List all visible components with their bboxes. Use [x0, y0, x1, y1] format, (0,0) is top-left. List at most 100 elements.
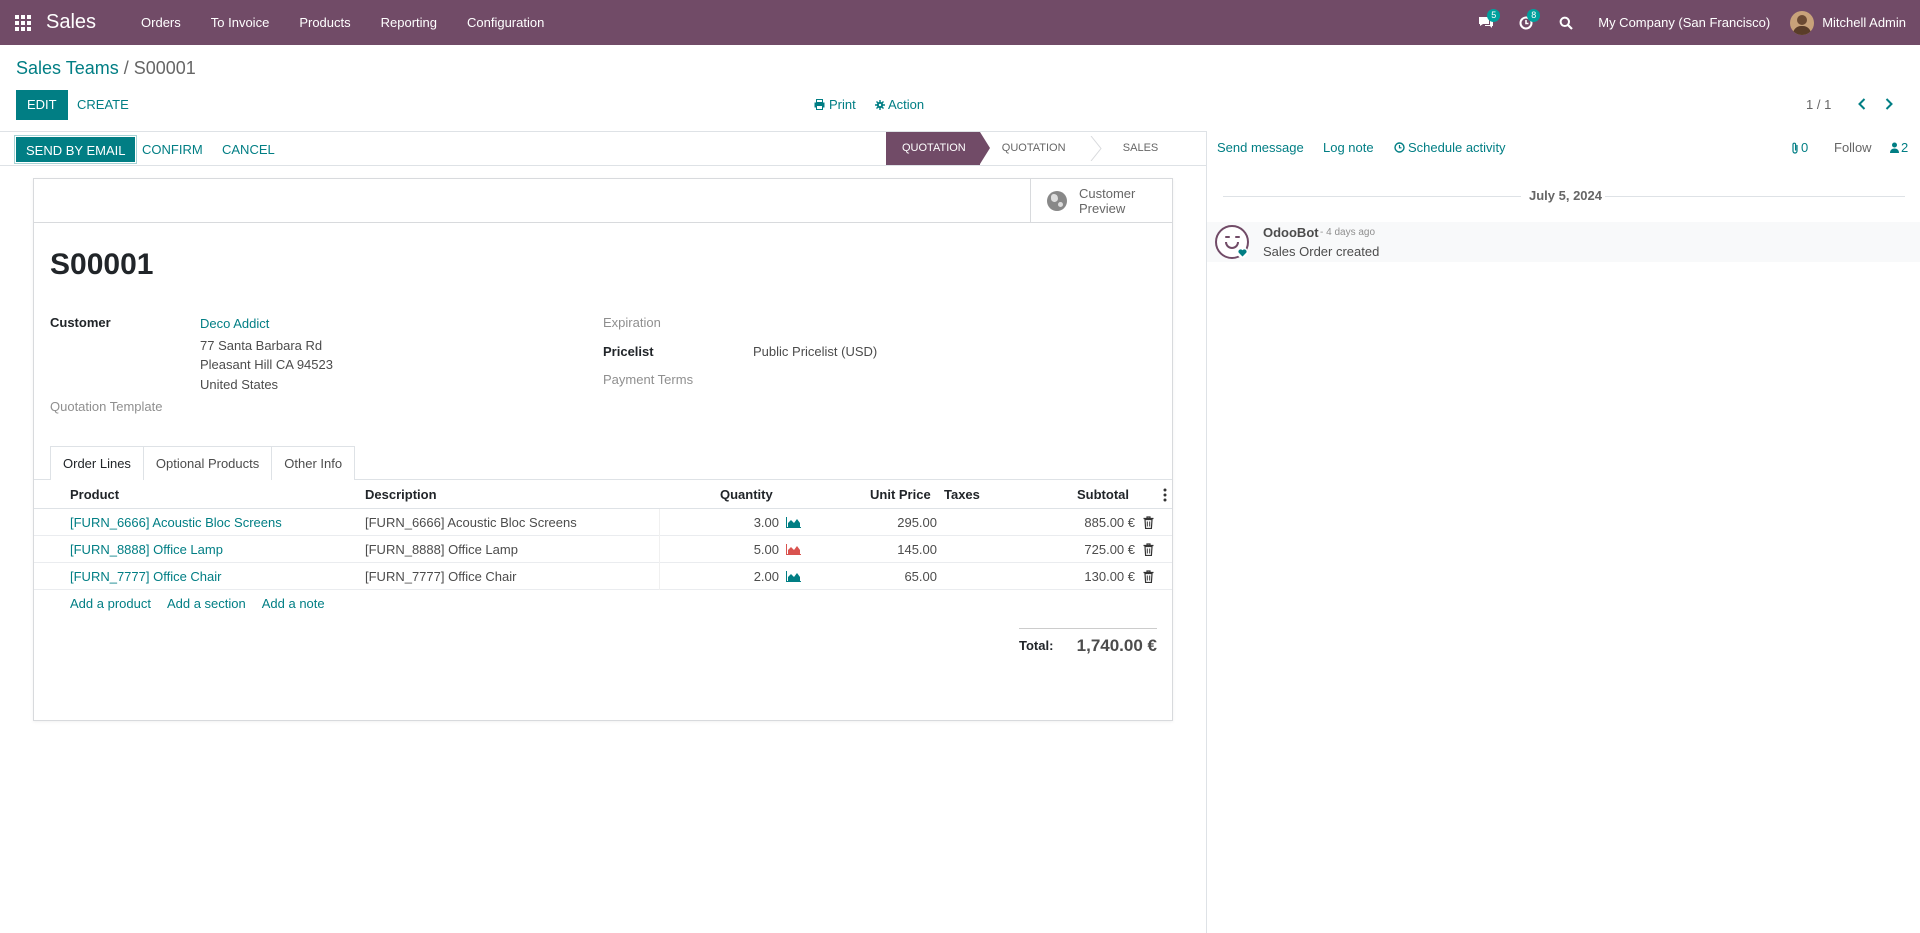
forecast-chart-icon[interactable] — [786, 544, 801, 555]
activities-badge: 8 — [1527, 9, 1541, 22]
followers-count: 2 — [1901, 140, 1909, 155]
header-product[interactable]: Product — [70, 480, 119, 509]
globe-icon — [1047, 191, 1067, 211]
row-product[interactable]: [FURN_6666] Acoustic Bloc Screens — [70, 509, 282, 536]
forecast-chart-icon[interactable] — [786, 517, 801, 528]
confirm-button[interactable]: CONFIRM — [132, 136, 213, 163]
activity-menu[interactable]: 8 — [1506, 0, 1546, 45]
row-quantity[interactable]: 5.00 — [754, 536, 779, 563]
order-lines-table: Product Description Quantity Unit Price … — [34, 480, 1172, 590]
pager-value[interactable]: 1 / 1 — [1806, 97, 1831, 112]
send-by-email-button[interactable]: SEND BY EMAIL — [13, 135, 138, 164]
total-label: Total: — [1019, 638, 1054, 653]
pricelist-value[interactable]: Public Pricelist (USD) — [753, 344, 877, 359]
add-section-link[interactable]: Add a section — [167, 596, 246, 611]
print-label: Print — [829, 97, 856, 112]
smart-button-box: Customer Preview — [34, 179, 1172, 223]
stage-sales-order[interactable]: SALES ORDER — [1101, 132, 1206, 187]
apps-menu-icon[interactable] — [0, 0, 46, 45]
user-icon — [1890, 142, 1899, 153]
trash-icon[interactable] — [1143, 570, 1154, 583]
add-note-link[interactable]: Add a note — [262, 596, 325, 611]
gear-icon — [875, 99, 885, 110]
column-divider — [659, 509, 660, 536]
chatter-panel: Send message Log note Schedule activity … — [1206, 131, 1920, 933]
clock-icon — [1394, 142, 1405, 153]
row-unit-price[interactable]: 65.00 — [904, 563, 937, 590]
row-unit-price[interactable]: 145.00 — [897, 536, 937, 563]
stage-quotation[interactable]: QUOTATION — [886, 132, 990, 165]
header-unit-price[interactable]: Unit Price — [870, 480, 931, 509]
search-icon — [1559, 16, 1574, 30]
customer-preview-label: Customer Preview — [1079, 186, 1135, 216]
table-row[interactable]: [FURN_6666] Acoustic Bloc Screens [FURN_… — [34, 509, 1172, 536]
chevron-left-icon — [1858, 98, 1866, 110]
breadcrumb-sales-teams[interactable]: Sales Teams — [16, 58, 119, 78]
followers-button[interactable]: 2 — [1890, 140, 1908, 155]
create-button[interactable]: CREATE — [66, 90, 140, 120]
schedule-activity-button[interactable]: Schedule activity — [1394, 140, 1506, 155]
avatar-eye — [1225, 236, 1230, 238]
tab-other-info[interactable]: Other Info — [271, 446, 356, 480]
messages-badge: 5 — [1487, 9, 1501, 22]
print-icon — [814, 99, 825, 110]
log-note-button[interactable]: Log note — [1323, 140, 1374, 155]
trash-icon[interactable] — [1143, 516, 1154, 529]
row-unit-price[interactable]: 295.00 — [897, 509, 937, 536]
message-time: - 4 days ago — [1320, 227, 1376, 238]
send-message-button[interactable]: Send message — [1217, 140, 1304, 155]
header-description[interactable]: Description — [365, 480, 437, 509]
row-product[interactable]: [FURN_7777] Office Chair — [70, 563, 222, 590]
stage-quotation-sent[interactable]: QUOTATION SENT — [980, 132, 1102, 187]
menu-orders[interactable]: Orders — [126, 0, 196, 45]
navbar-systray: 5 8 My Company (San Francisco) Mitchell … — [1466, 0, 1920, 45]
cancel-button[interactable]: CANCEL — [212, 136, 285, 163]
row-subtotal: 885.00 € — [1084, 515, 1135, 530]
app-brand[interactable]: Sales — [46, 11, 96, 34]
row-description[interactable]: [FURN_8888] Office Lamp — [365, 536, 518, 563]
print-button[interactable]: Print — [814, 97, 856, 112]
row-product[interactable]: [FURN_8888] Office Lamp — [70, 536, 223, 563]
forecast-chart-icon[interactable] — [786, 571, 801, 582]
menu-reporting[interactable]: Reporting — [366, 0, 452, 45]
header-subtotal[interactable]: Subtotal — [1077, 480, 1129, 509]
pager-previous-button[interactable] — [1852, 92, 1872, 116]
menu-to-invoice[interactable]: To Invoice — [196, 0, 285, 45]
customer-preview-button[interactable]: Customer Preview — [1030, 179, 1172, 223]
schedule-activity-label: Schedule activity — [1408, 140, 1506, 155]
trash-icon[interactable] — [1143, 543, 1154, 556]
total-divider — [1019, 628, 1157, 629]
user-menu[interactable]: Mitchell Admin — [1790, 10, 1920, 35]
column-divider — [659, 563, 660, 590]
search-menu[interactable] — [1546, 0, 1586, 45]
header-taxes[interactable]: Taxes — [944, 480, 980, 509]
table-row[interactable]: [FURN_7777] Office Chair [FURN_7777] Off… — [34, 563, 1172, 590]
date-label: July 5, 2024 — [1529, 188, 1602, 203]
row-description[interactable]: [FURN_6666] Acoustic Bloc Screens — [365, 509, 577, 536]
optional-columns-icon[interactable] — [1163, 488, 1167, 502]
chatter-topbar: Send message Log note Schedule activity … — [1207, 131, 1920, 166]
messaging-menu[interactable]: 5 — [1466, 0, 1506, 45]
header-quantity[interactable]: Quantity — [720, 480, 773, 509]
table-header: Product Description Quantity Unit Price … — [34, 480, 1172, 509]
tab-optional-products[interactable]: Optional Products — [142, 446, 273, 480]
follow-button[interactable]: Follow — [1834, 140, 1872, 155]
pager-next-button[interactable] — [1879, 92, 1899, 116]
company-switcher[interactable]: My Company (San Francisco) — [1586, 15, 1790, 30]
row-subtotal: 725.00 € — [1084, 542, 1135, 557]
edit-button[interactable]: EDIT — [16, 90, 68, 120]
table-row[interactable]: [FURN_8888] Office Lamp [FURN_8888] Offi… — [34, 536, 1172, 563]
top-navbar: Sales Orders To Invoice Products Reporti… — [0, 0, 1920, 45]
row-quantity[interactable]: 3.00 — [754, 509, 779, 536]
action-button[interactable]: Action — [875, 97, 924, 112]
menu-products[interactable]: Products — [284, 0, 365, 45]
tab-order-lines[interactable]: Order Lines — [50, 446, 144, 481]
message-author[interactable]: OdooBot — [1263, 225, 1319, 240]
add-product-link[interactable]: Add a product — [70, 596, 151, 611]
attachments-button[interactable]: 0 — [1791, 140, 1808, 155]
row-quantity[interactable]: 2.00 — [754, 563, 779, 590]
row-description[interactable]: [FURN_7777] Office Chair — [365, 563, 517, 590]
customer-address-line-2: Pleasant Hill CA 94523 — [200, 357, 333, 372]
menu-configuration[interactable]: Configuration — [452, 0, 559, 45]
customer-link[interactable]: Deco Addict — [200, 316, 269, 331]
